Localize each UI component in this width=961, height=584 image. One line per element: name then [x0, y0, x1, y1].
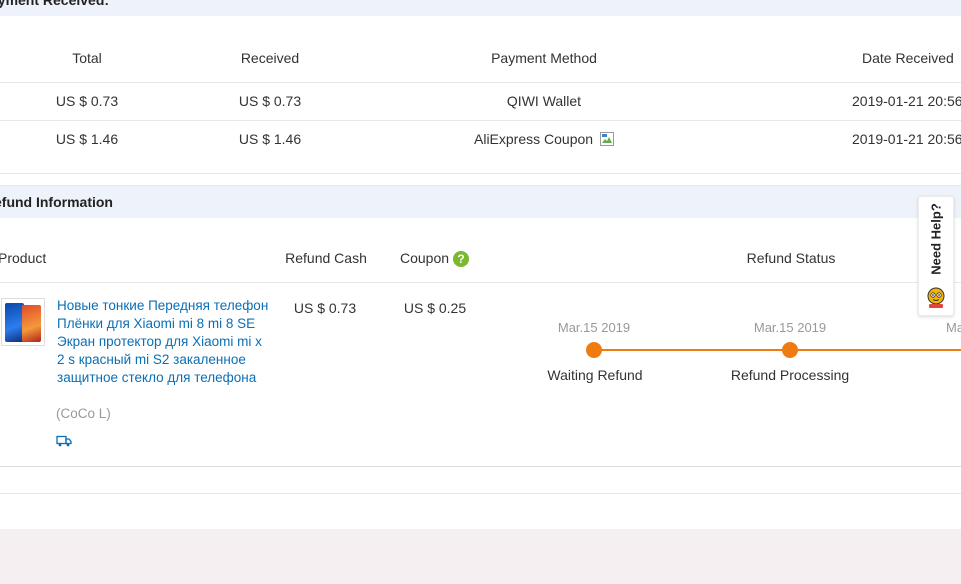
- divider: [0, 173, 961, 174]
- payment-section-title: ayment Received:: [0, 0, 110, 8]
- broken-image-icon: [599, 131, 615, 150]
- divider: [0, 82, 961, 83]
- product-thumbnail[interactable]: [1, 298, 45, 346]
- row-total: US $ 1.46: [55, 131, 119, 147]
- status-date: Mar: [946, 320, 961, 335]
- row-payment-method: QIWI Wallet: [506, 93, 582, 109]
- status-dot: [782, 342, 798, 358]
- refund-section-header: efund Information: [0, 185, 961, 218]
- divider: [0, 466, 961, 467]
- status-date: Mar.15 2019: [557, 320, 631, 335]
- coupon-value: US $ 0.25: [403, 300, 467, 316]
- col-refund-cash: Refund Cash: [285, 250, 367, 266]
- col-product: Product: [0, 250, 47, 266]
- row-date: 2019-01-21 20:56: [852, 93, 961, 109]
- col-coupon: Coupon: [400, 250, 450, 266]
- status-label: Waiting Refund: [547, 367, 643, 383]
- col-date-received: Date Received: [862, 50, 954, 66]
- row-received: US $ 1.46: [238, 131, 302, 147]
- divider: [0, 282, 961, 283]
- divider: [0, 493, 961, 494]
- status-dot: [586, 342, 602, 358]
- col-coupon-cell: Coupon?: [400, 250, 470, 268]
- product-title-link[interactable]: Новые тонкие Передняя телефон Плёнки для…: [57, 297, 272, 387]
- row-payment-method: AliExpress Coupon: [474, 131, 594, 147]
- refund-cash-value: US $ 0.73: [293, 300, 357, 316]
- col-refund-status: Refund Status: [746, 250, 836, 266]
- col-total: Total: [72, 50, 102, 66]
- mascot-icon: [925, 285, 947, 314]
- refund-section-title: efund Information: [0, 194, 113, 210]
- divider: [0, 120, 961, 121]
- row-payment-method-cell: AliExpress Coupon: [474, 131, 615, 150]
- status-date: Mar.15 2019: [753, 320, 827, 335]
- col-received: Received: [240, 50, 300, 66]
- need-help-label: Need Help?: [928, 203, 944, 275]
- question-icon[interactable]: ?: [453, 251, 470, 268]
- status-timeline-line: [594, 349, 961, 351]
- need-help-button[interactable]: Need Help?: [918, 196, 954, 316]
- footer-band: [0, 529, 961, 584]
- payment-section-header: ayment Received:: [0, 0, 961, 16]
- phone-image: [22, 305, 41, 342]
- row-received: US $ 0.73: [238, 93, 302, 109]
- col-payment-method: Payment Method: [491, 50, 597, 66]
- status-label: Refund Processing: [730, 367, 850, 383]
- seller-name: (CoCo L): [56, 406, 111, 421]
- row-date: 2019-01-21 20:56: [852, 131, 961, 147]
- truck-icon[interactable]: [56, 434, 72, 452]
- row-total: US $ 0.73: [55, 93, 119, 109]
